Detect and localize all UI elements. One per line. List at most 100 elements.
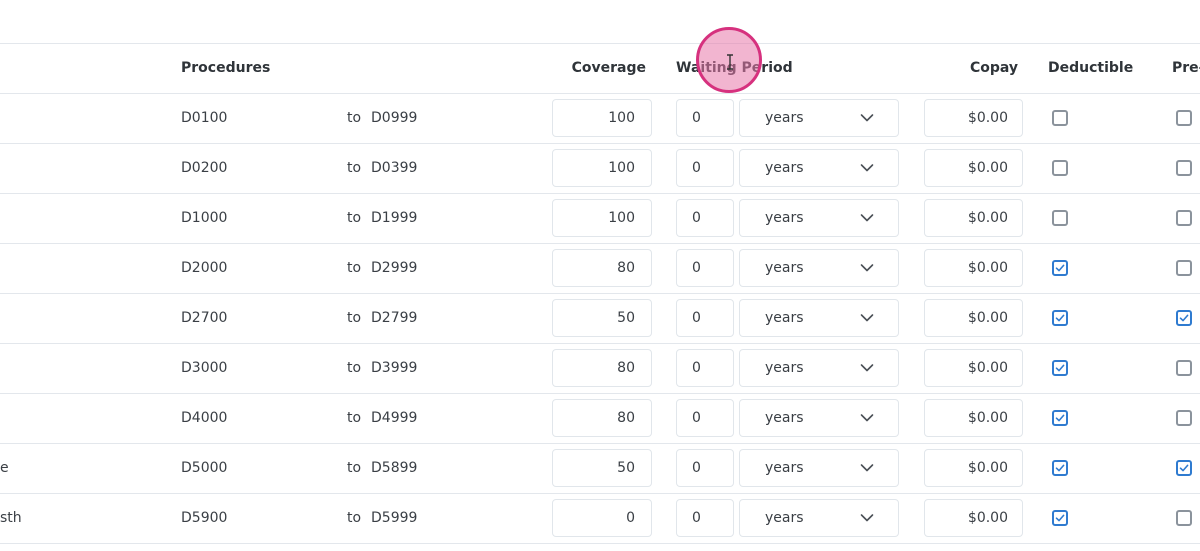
header-coverage[interactable]: Coverage [572,44,646,93]
procedure-code-to: D0399 [371,160,418,176]
deductible-checkbox[interactable] [1052,260,1068,276]
procedure-code-to: D2799 [371,310,418,326]
text-cursor-icon [727,54,733,70]
procedure-code-to: D1999 [371,210,418,226]
procedure-code-to: D4999 [371,410,418,426]
chevron-down-icon [860,114,874,122]
waiting-period-unit-select[interactable]: years [739,299,899,337]
procedure-code-from: D1000 [181,210,228,226]
unit-select-value: years [765,410,804,426]
checkmark-icon [1055,514,1065,522]
unit-select-value: years [765,110,804,126]
procedure-code-from: D5900 [181,510,228,526]
copay-input[interactable]: $0.00 [924,499,1023,537]
deductible-checkbox[interactable] [1052,360,1068,376]
coverage-input[interactable]: 50 [552,299,652,337]
range-to-label: to [347,410,362,426]
deductible-checkbox[interactable] [1052,110,1068,126]
header-procedures[interactable]: Procedures [181,44,270,93]
procedure-code-from: D2000 [181,260,228,276]
deductible-checkbox[interactable] [1052,310,1068,326]
category-name: e [0,460,9,476]
pre-authorization-checkbox[interactable] [1176,410,1192,426]
waiting-period-unit-select[interactable]: years [739,199,899,237]
coverage-input[interactable]: 100 [552,99,652,137]
copay-input[interactable]: $0.00 [924,99,1023,137]
pre-authorization-checkbox[interactable] [1176,110,1192,126]
pre-authorization-checkbox[interactable] [1176,260,1192,276]
waiting-period-input[interactable]: 0 [676,399,734,437]
chevron-down-icon [860,464,874,472]
deductible-checkbox[interactable] [1052,210,1068,226]
range-to-label: to [347,260,362,276]
waiting-period-input[interactable]: 0 [676,349,734,387]
waiting-period-input[interactable]: 0 [676,299,734,337]
waiting-period-unit-select[interactable]: years [739,449,899,487]
table-row: D2700 to D2799 50 0 years $0.00 [0,294,1200,344]
waiting-period-unit-select[interactable]: years [739,399,899,437]
waiting-period-unit-select[interactable]: years [739,349,899,387]
coverage-input[interactable]: 100 [552,149,652,187]
waiting-period-input[interactable]: 0 [676,499,734,537]
waiting-period-unit-select[interactable]: years [739,149,899,187]
waiting-period-input[interactable]: 0 [676,249,734,287]
waiting-period-unit-select[interactable]: years [739,249,899,287]
pre-authorization-checkbox[interactable] [1176,360,1192,376]
checkmark-icon [1179,464,1189,472]
deductible-checkbox[interactable] [1052,510,1068,526]
procedure-code-from: D0200 [181,160,228,176]
table-row: D4000 to D4999 80 0 years $0.00 [0,394,1200,444]
waiting-period-input[interactable]: 0 [676,99,734,137]
deductible-checkbox[interactable] [1052,460,1068,476]
deductible-checkbox[interactable] [1052,160,1068,176]
checkmark-icon [1055,364,1065,372]
table-row: sth D5900 to D5999 0 0 years $0.00 [0,494,1200,544]
copay-input[interactable]: $0.00 [924,299,1023,337]
copay-input[interactable]: $0.00 [924,149,1023,187]
pre-authorization-checkbox[interactable] [1176,510,1192,526]
header-pre-authorization[interactable]: Pre- [1172,44,1200,93]
coverage-input[interactable]: 80 [552,399,652,437]
chevron-down-icon [860,314,874,322]
coverage-input[interactable]: 0 [552,499,652,537]
procedure-code-to: D3999 [371,360,418,376]
chevron-down-icon [860,264,874,272]
header-deductible[interactable]: Deductible [1048,44,1133,93]
checkmark-icon [1055,314,1065,322]
header-copay[interactable]: Copay [970,44,1018,93]
unit-select-value: years [765,310,804,326]
table-row: D0100 to D0999 100 0 years $0.00 [0,94,1200,144]
pre-authorization-checkbox[interactable] [1176,160,1192,176]
procedure-code-from: D5000 [181,460,228,476]
procedure-code-from: D4000 [181,410,228,426]
pre-authorization-checkbox[interactable] [1176,210,1192,226]
coverage-input[interactable]: 50 [552,449,652,487]
procedure-code-to: D5999 [371,510,418,526]
table-header: Procedures Coverage Waiting Period Copay… [0,44,1200,94]
waiting-period-input[interactable]: 0 [676,149,734,187]
waiting-period-unit-select[interactable]: years [739,499,899,537]
copay-input[interactable]: $0.00 [924,249,1023,287]
pre-authorization-checkbox[interactable] [1176,310,1192,326]
copay-input[interactable]: $0.00 [924,349,1023,387]
pre-authorization-checkbox[interactable] [1176,460,1192,476]
coverage-input[interactable]: 80 [552,249,652,287]
procedure-code-to: D2999 [371,260,418,276]
copay-input[interactable]: $0.00 [924,449,1023,487]
range-to-label: to [347,160,362,176]
deductible-checkbox[interactable] [1052,410,1068,426]
waiting-period-input[interactable]: 0 [676,449,734,487]
waiting-period-unit-select[interactable]: years [739,99,899,137]
procedure-code-to: D0999 [371,110,418,126]
copay-input[interactable]: $0.00 [924,199,1023,237]
unit-select-value: years [765,210,804,226]
procedure-code-from: D3000 [181,360,228,376]
coverage-input[interactable]: 100 [552,199,652,237]
unit-select-value: years [765,360,804,376]
chevron-down-icon [860,164,874,172]
coverage-input[interactable]: 80 [552,349,652,387]
copay-input[interactable]: $0.00 [924,399,1023,437]
chevron-down-icon [860,514,874,522]
waiting-period-input[interactable]: 0 [676,199,734,237]
range-to-label: to [347,210,362,226]
